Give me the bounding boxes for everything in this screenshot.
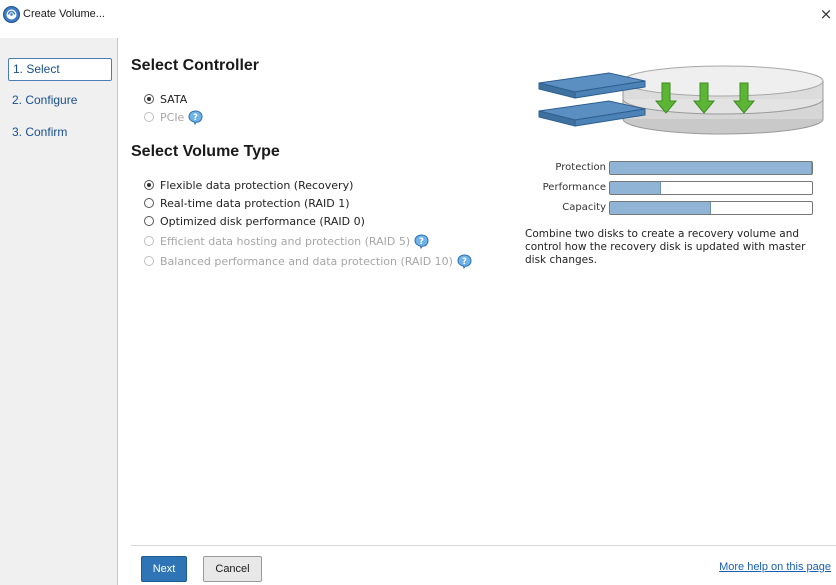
window-title: Create Volume... xyxy=(23,8,105,20)
option-label: SATA xyxy=(160,92,188,106)
volume-option-raid5: Efficient data hosting and protection (R… xyxy=(144,233,429,249)
step-configure[interactable]: 2. Configure xyxy=(8,90,112,113)
title-bar: Create Volume... × xyxy=(0,0,836,30)
volume-option-raid1[interactable]: Real-time data protection (RAID 1) xyxy=(144,195,350,211)
capacity-meter-fill xyxy=(610,202,711,214)
footer-divider xyxy=(131,545,836,546)
option-label: Efficient data hosting and protection (R… xyxy=(160,234,411,248)
radio-button xyxy=(144,112,154,122)
select-volume-type-heading: Select Volume Type xyxy=(131,143,280,160)
volume-option-recovery[interactable]: Flexible data protection (Recovery) xyxy=(144,177,353,193)
protection-label: Protection xyxy=(555,162,606,173)
volume-option-raid0[interactable]: Optimized disk performance (RAID 0) xyxy=(144,213,365,229)
more-help-link[interactable]: More help on this page xyxy=(719,561,831,573)
option-label: Real-time data protection (RAID 1) xyxy=(160,196,350,210)
recovery-volume-illustration xyxy=(538,65,824,135)
radio-button xyxy=(144,236,154,246)
volume-type-description: Combine two disks to create a recovery v… xyxy=(525,228,806,266)
performance-meter xyxy=(609,181,813,195)
capacity-label: Capacity xyxy=(562,202,606,213)
option-label: Balanced performance and data protection… xyxy=(160,254,453,268)
wizard-steps-sidebar: 1. Select 2. Configure 3. Confirm xyxy=(0,38,118,585)
volume-option-raid10: Balanced performance and data protection… xyxy=(144,253,472,269)
performance-meter-fill xyxy=(610,182,661,194)
help-icon[interactable]: ? xyxy=(188,109,203,125)
help-icon[interactable]: ? xyxy=(457,253,472,269)
step-confirm[interactable]: 3. Confirm xyxy=(8,122,112,145)
option-label: Optimized disk performance (RAID 0) xyxy=(160,214,365,228)
select-controller-heading: Select Controller xyxy=(131,57,260,74)
protection-meter xyxy=(609,161,813,175)
step-select[interactable]: 1. Select xyxy=(8,58,112,81)
radio-button[interactable] xyxy=(144,94,154,104)
protection-meter-fill xyxy=(610,162,812,174)
radio-button[interactable] xyxy=(144,180,154,190)
radio-button xyxy=(144,256,154,266)
option-label: PCIe xyxy=(160,110,185,124)
svg-text:?: ? xyxy=(193,113,198,123)
close-button[interactable]: × xyxy=(818,6,834,22)
controller-option-pcie: PCIe ? xyxy=(144,109,203,125)
controller-option-sata[interactable]: SATA xyxy=(144,91,187,107)
svg-text:?: ? xyxy=(462,257,467,267)
app-icon xyxy=(3,6,20,23)
svg-text:?: ? xyxy=(419,237,424,247)
radio-button[interactable] xyxy=(144,198,154,208)
radio-button[interactable] xyxy=(144,216,154,226)
performance-label: Performance xyxy=(542,182,606,193)
capacity-meter xyxy=(609,201,813,215)
cancel-button[interactable]: Cancel xyxy=(203,556,262,582)
next-button[interactable]: Next xyxy=(141,556,187,582)
help-icon[interactable]: ? xyxy=(414,233,429,249)
option-label: Flexible data protection (Recovery) xyxy=(160,178,354,192)
